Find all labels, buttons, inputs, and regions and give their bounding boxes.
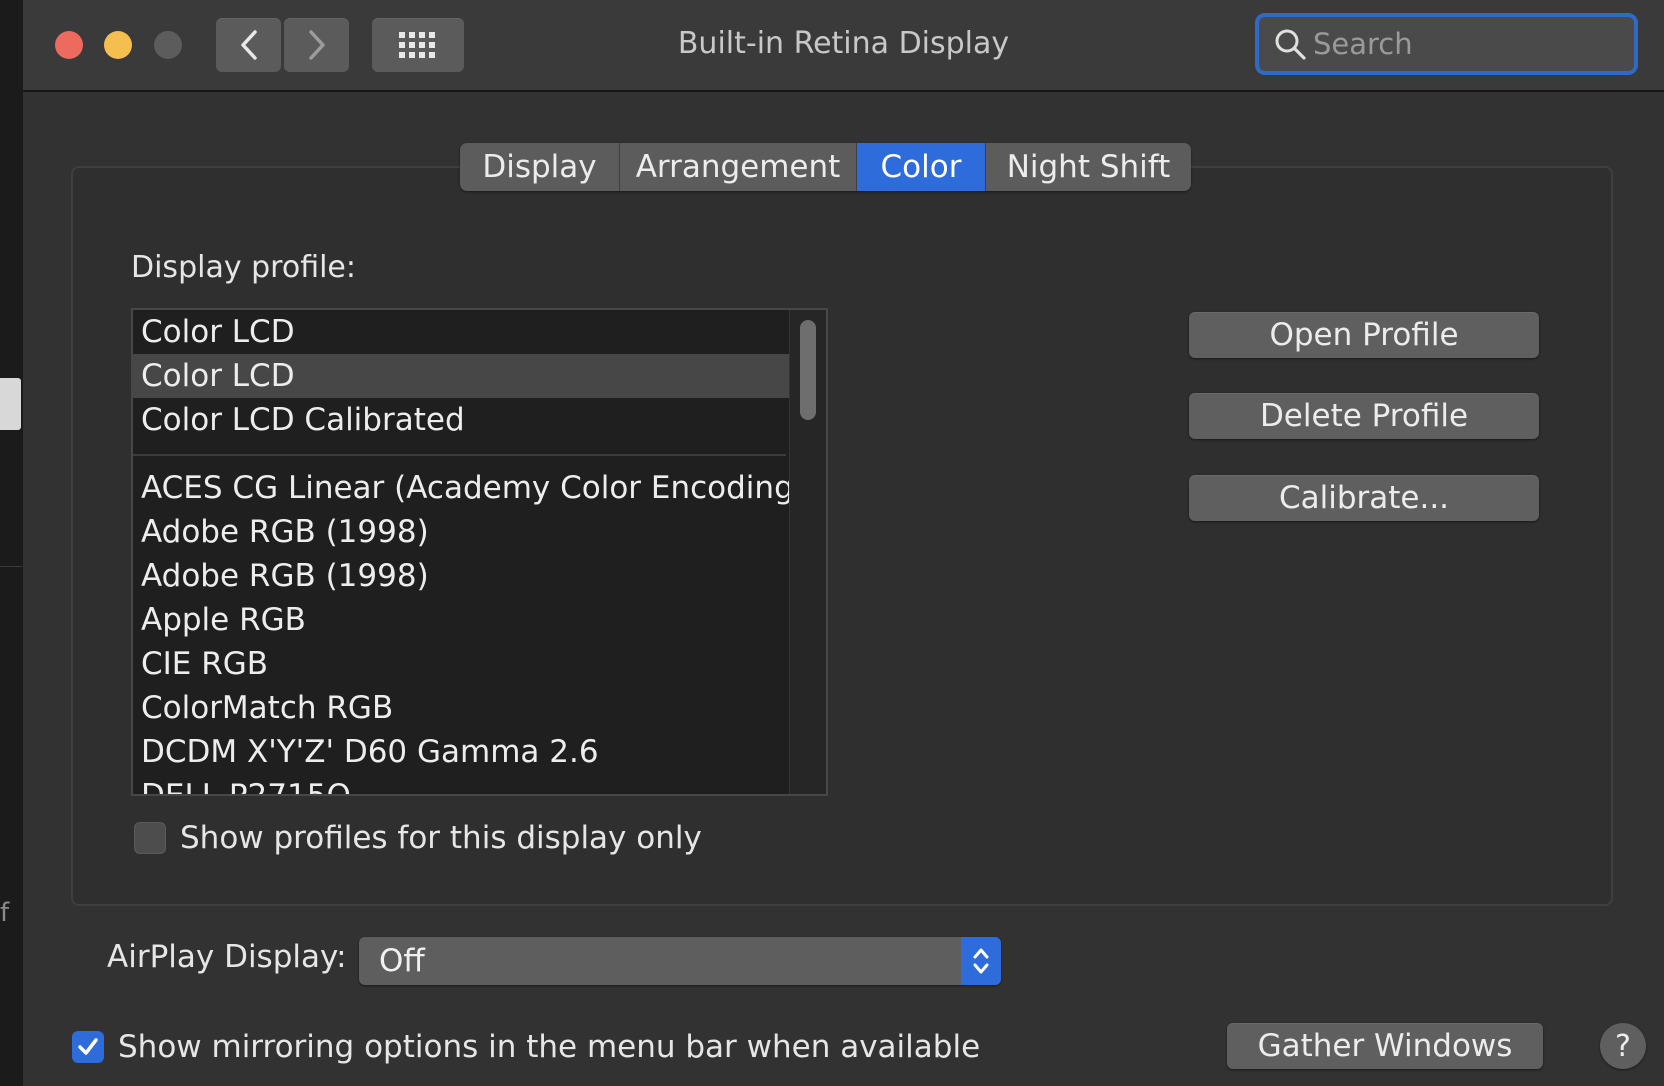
search-field[interactable] — [1255, 13, 1638, 75]
profile-item[interactable]: Apple RGB — [133, 598, 826, 642]
profile-item[interactable]: CIE RGB — [133, 642, 826, 686]
airplay-display-label: AirPlay Display: — [107, 939, 347, 975]
profile-item-selected[interactable]: Color LCD — [133, 354, 826, 398]
background-window-divider — [0, 566, 22, 567]
profile-list-scrollbar[interactable] — [789, 310, 826, 794]
profile-item[interactable]: DCDM X'Y'Z' D60 Gamma 2.6 — [133, 730, 826, 774]
display-profile-list[interactable]: Color LCD Color LCD Color LCD Calibrated… — [131, 308, 828, 796]
background-window-text: f — [0, 898, 10, 928]
profile-item[interactable]: Adobe RGB (1998) — [133, 510, 826, 554]
profile-item[interactable]: DELL P2715Q — [133, 774, 826, 794]
scrollbar-thumb[interactable] — [800, 320, 816, 420]
profile-item[interactable]: Color LCD Calibrated — [133, 398, 826, 442]
show-profiles-option[interactable]: Show profiles for this display only — [134, 820, 702, 856]
tab-display[interactable]: Display — [460, 143, 620, 191]
list-separator — [133, 442, 786, 456]
search-icon — [1275, 29, 1306, 60]
profile-item[interactable]: Adobe RGB (1998) — [133, 554, 826, 598]
mirroring-option[interactable]: Show mirroring options in the menu bar w… — [72, 1029, 980, 1065]
tab-color[interactable]: Color — [857, 143, 986, 191]
preferences-window: Built-in Retina Display Display Arrangem… — [23, 0, 1664, 1086]
show-profiles-checkbox[interactable] — [134, 822, 166, 854]
show-profiles-label: Show profiles for this display only — [180, 820, 702, 856]
select-arrows-icon — [961, 937, 1001, 985]
tab-night-shift[interactable]: Night Shift — [986, 143, 1191, 191]
airplay-display-select[interactable]: Off — [359, 937, 1001, 985]
mirroring-checkbox[interactable] — [72, 1031, 104, 1063]
background-window-edge: f — [0, 0, 24, 1086]
background-window-highlight — [0, 378, 21, 430]
title-bar: Built-in Retina Display — [23, 0, 1664, 92]
profile-item[interactable]: Color LCD — [133, 310, 826, 354]
checkmark-icon — [78, 1038, 98, 1055]
profile-item[interactable]: ColorMatch RGB — [133, 686, 826, 730]
tab-arrangement[interactable]: Arrangement — [620, 143, 857, 191]
calibrate-button[interactable]: Calibrate... — [1189, 475, 1539, 521]
display-profile-label: Display profile: — [131, 250, 356, 285]
airplay-selected-value: Off — [379, 943, 425, 979]
tab-bar: Display Arrangement Color Night Shift — [460, 143, 1191, 191]
open-profile-button[interactable]: Open Profile — [1189, 312, 1539, 358]
profile-item[interactable]: ACES CG Linear (Academy Color Encoding..… — [133, 466, 826, 510]
gather-windows-button[interactable]: Gather Windows — [1227, 1023, 1543, 1069]
help-button[interactable]: ? — [1600, 1023, 1646, 1069]
mirroring-label: Show mirroring options in the menu bar w… — [118, 1029, 981, 1065]
search-input[interactable] — [1311, 26, 1615, 62]
delete-profile-button[interactable]: Delete Profile — [1189, 393, 1539, 439]
